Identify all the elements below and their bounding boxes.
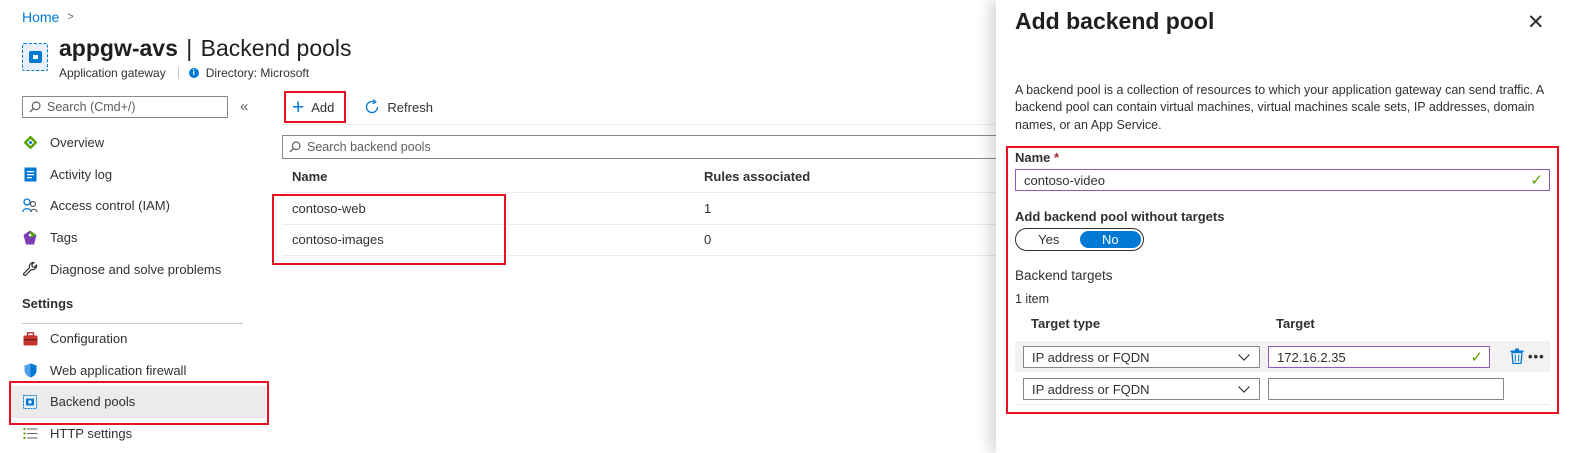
sidebar-item-overview[interactable]: Overview: [10, 127, 266, 159]
sidebar-search-input[interactable]: Search (Cmd+/): [22, 96, 228, 118]
page-name: Backend pools: [200, 35, 352, 61]
without-targets-toggle[interactable]: Yes No: [1015, 228, 1144, 251]
tag-icon: [22, 230, 38, 246]
sidebar-item-label: Overview: [50, 135, 105, 151]
close-icon[interactable]: ✕: [1527, 12, 1545, 33]
toggle-option-yes[interactable]: Yes: [1018, 231, 1080, 248]
target-rows-divider: [1015, 404, 1550, 405]
pool-name-cell[interactable]: contoso-web: [282, 201, 694, 216]
pool-name-cell[interactable]: contoso-images: [282, 232, 694, 247]
backend-pool-icon: [22, 394, 38, 410]
table-row[interactable]: contoso-images 0: [282, 225, 996, 256]
target-value: 172.16.2.35: [1277, 349, 1346, 365]
shield-icon: [22, 362, 38, 378]
list-icon: [22, 426, 38, 442]
target-type-value: IP address or FQDN: [1032, 349, 1150, 365]
directory-label: Directory: Microsoft: [205, 66, 310, 80]
breadcrumb-home-link[interactable]: Home: [22, 9, 59, 25]
pool-name-field[interactable]: contoso-video ✓: [1015, 169, 1550, 191]
column-header-rules[interactable]: Rules associated: [694, 169, 810, 184]
backend-targets-label: Backend targets: [1015, 268, 1113, 283]
column-header-name[interactable]: Name: [282, 169, 694, 184]
chevron-down-icon: [1238, 354, 1250, 361]
application-gateway-icon: [22, 43, 48, 71]
sidebar-item-label: Configuration: [50, 331, 128, 347]
panel-title: Add backend pool: [1015, 8, 1215, 34]
subtitle-divider: [177, 67, 179, 79]
more-options-icon[interactable]: •••: [1528, 350, 1545, 363]
targets-item-count: 1 item: [1015, 292, 1050, 306]
sidebar-search-placeholder: Search (Cmd+/): [47, 100, 136, 114]
without-targets-label: Add backend pool without targets: [1015, 209, 1225, 224]
sidebar-item-configuration[interactable]: Configuration: [10, 323, 266, 355]
refresh-button-label: Refresh: [387, 99, 433, 115]
search-icon: [29, 101, 41, 113]
command-bar: + Add Refresh: [284, 92, 441, 122]
info-icon: i: [188, 68, 199, 78]
table-row[interactable]: contoso-web 1: [282, 193, 996, 225]
panel-description: A backend pool is a collection of resour…: [1015, 83, 1544, 132]
column-header-target-type: Target type: [1031, 316, 1101, 331]
target-type-select[interactable]: IP address or FQDN: [1023, 346, 1260, 368]
refresh-button[interactable]: Refresh: [356, 92, 441, 122]
delete-icon[interactable]: [1510, 348, 1524, 364]
sidebar-item-label: Activity log: [50, 166, 113, 182]
name-label: Name *: [1015, 150, 1059, 165]
chevron-right-icon: >: [67, 11, 74, 23]
sidebar-item-waf[interactable]: Web application firewall: [10, 355, 266, 387]
breadcrumb: Home >: [22, 9, 74, 25]
sidebar-section-settings: Settings: [22, 296, 74, 312]
resource-name: appgw-avs: [59, 35, 178, 61]
activity-log-icon: [22, 166, 38, 182]
checkmark-icon: ✓: [1530, 172, 1543, 189]
sidebar-item-diagnose[interactable]: Diagnose and solve problems: [10, 253, 266, 285]
target-type-value: IP address or FQDN: [1032, 381, 1150, 397]
page-subtitle: Application gateway i Directory: Microso…: [59, 66, 309, 80]
plus-icon: +: [292, 95, 305, 119]
toolbox-icon: [22, 331, 38, 347]
sidebar-item-access-control[interactable]: Access control (IAM): [10, 190, 266, 222]
collapse-sidebar-icon[interactable]: «: [240, 98, 248, 115]
target-input[interactable]: 172.16.2.35 ✓: [1268, 346, 1490, 368]
command-bar-divider: [282, 124, 996, 125]
checkmark-icon: ✓: [1470, 349, 1483, 366]
sidebar-item-backend-pools[interactable]: Backend pools: [10, 386, 266, 418]
rules-count-cell: 1: [704, 200, 712, 216]
sidebar-section-divider: [22, 323, 243, 324]
pool-name-value: contoso-video: [1024, 172, 1105, 188]
sidebar-item-label: HTTP settings: [50, 426, 133, 442]
search-icon: [289, 141, 301, 153]
target-type-select[interactable]: IP address or FQDN: [1023, 378, 1260, 400]
add-button[interactable]: + Add: [284, 92, 342, 122]
title-separator: |: [186, 35, 193, 61]
sidebar-item-label: Backend pools: [50, 394, 136, 410]
overview-icon: [22, 135, 38, 151]
add-backend-pool-panel: Add backend pool ✕ A backend pool is a c…: [996, 0, 1594, 453]
table-header: Name Rules associated: [282, 161, 996, 193]
sidebar-item-label: Diagnose and solve problems: [50, 261, 222, 277]
name-label-text: Name: [1015, 150, 1051, 165]
add-button-label: Add: [311, 99, 335, 115]
sidebar-item-label: Access control (IAM): [50, 198, 170, 214]
sidebar-item-activity-log[interactable]: Activity log: [10, 159, 266, 191]
target-input[interactable]: [1268, 378, 1504, 400]
required-asterisk: *: [1054, 150, 1060, 165]
rules-count-cell: 0: [704, 232, 712, 248]
backend-pool-search-placeholder: Search backend pools: [307, 140, 431, 154]
page-title: appgw-avs | Backend pools: [59, 35, 352, 62]
sidebar-item-label: Tags: [50, 230, 78, 246]
people-icon: [22, 198, 38, 214]
sidebar-item-tags[interactable]: Tags: [10, 222, 266, 254]
sidebar-item-label: Web application firewall: [50, 362, 187, 378]
chevron-down-icon: [1238, 386, 1250, 393]
column-header-target: Target: [1276, 316, 1315, 331]
sidebar-nav: Overview Activity log Access control (IA…: [10, 127, 266, 449]
toggle-option-no[interactable]: No: [1079, 231, 1141, 248]
refresh-icon: [366, 99, 379, 114]
resource-type: Application gateway: [59, 66, 166, 80]
backend-pools-table: Name Rules associated contoso-web 1 cont…: [282, 161, 996, 256]
backend-pool-search-input[interactable]: Search backend pools: [282, 135, 1002, 159]
wrench-icon: [22, 261, 38, 277]
sidebar-item-http-settings[interactable]: HTTP settings: [10, 418, 266, 450]
